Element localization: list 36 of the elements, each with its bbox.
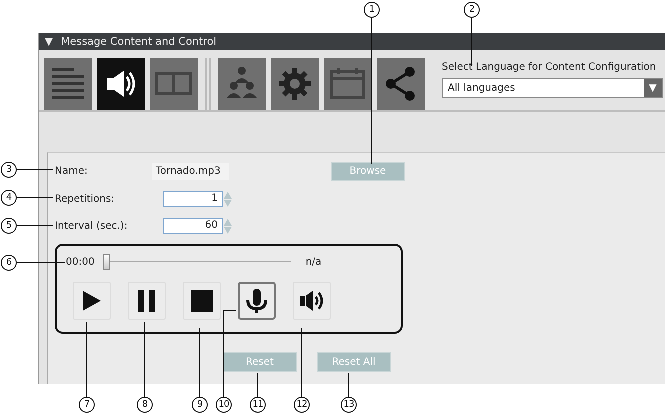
callout-number: 4 [1,190,17,206]
file-name-value: Tornado.mp3 [152,162,229,180]
callout-number: 2 [464,2,480,18]
callout-number: 13 [341,397,357,413]
callout-number: 8 [137,397,153,413]
callout-number: 1 [364,2,380,18]
interval-field[interactable]: 60 [163,218,223,234]
language-dropdown[interactable]: All languages ▼ [442,78,663,98]
tab[interactable] [97,58,145,110]
duration-text: n/a [306,256,322,268]
slider-thumb[interactable] [102,254,110,270]
callout-number: 12 [294,397,310,413]
seek-slider[interactable] [102,254,291,270]
callout-number: 9 [192,397,208,413]
leader-line [348,372,350,398]
repetitions-field[interactable]: 1 [163,191,223,207]
callout-number: 10 [216,397,232,413]
callout-number: 11 [250,397,266,413]
time-elapsed: 00:00 [66,256,95,268]
field-label: Repetitions: [55,194,116,204]
microphone-icon [244,288,270,314]
speaker-icon [299,288,325,314]
stop-button[interactable] [183,282,221,320]
speaker-button[interactable] [293,282,331,320]
play-button[interactable] [73,282,111,320]
field-label: Interval (sec.): [55,220,129,232]
stop-icon [189,288,215,314]
callout-number: 6 [1,255,17,271]
callout-number: 7 [79,397,95,413]
collapse-icon[interactable]: ▼ [45,36,54,48]
panel-title: Message Content and Control [61,36,217,48]
record-button[interactable] [238,282,276,320]
callout-number: 3 [1,162,17,178]
language-label: Select Language for Content Configuration [442,62,658,73]
pause-button[interactable] [128,282,166,320]
callout-number: 5 [1,218,17,234]
